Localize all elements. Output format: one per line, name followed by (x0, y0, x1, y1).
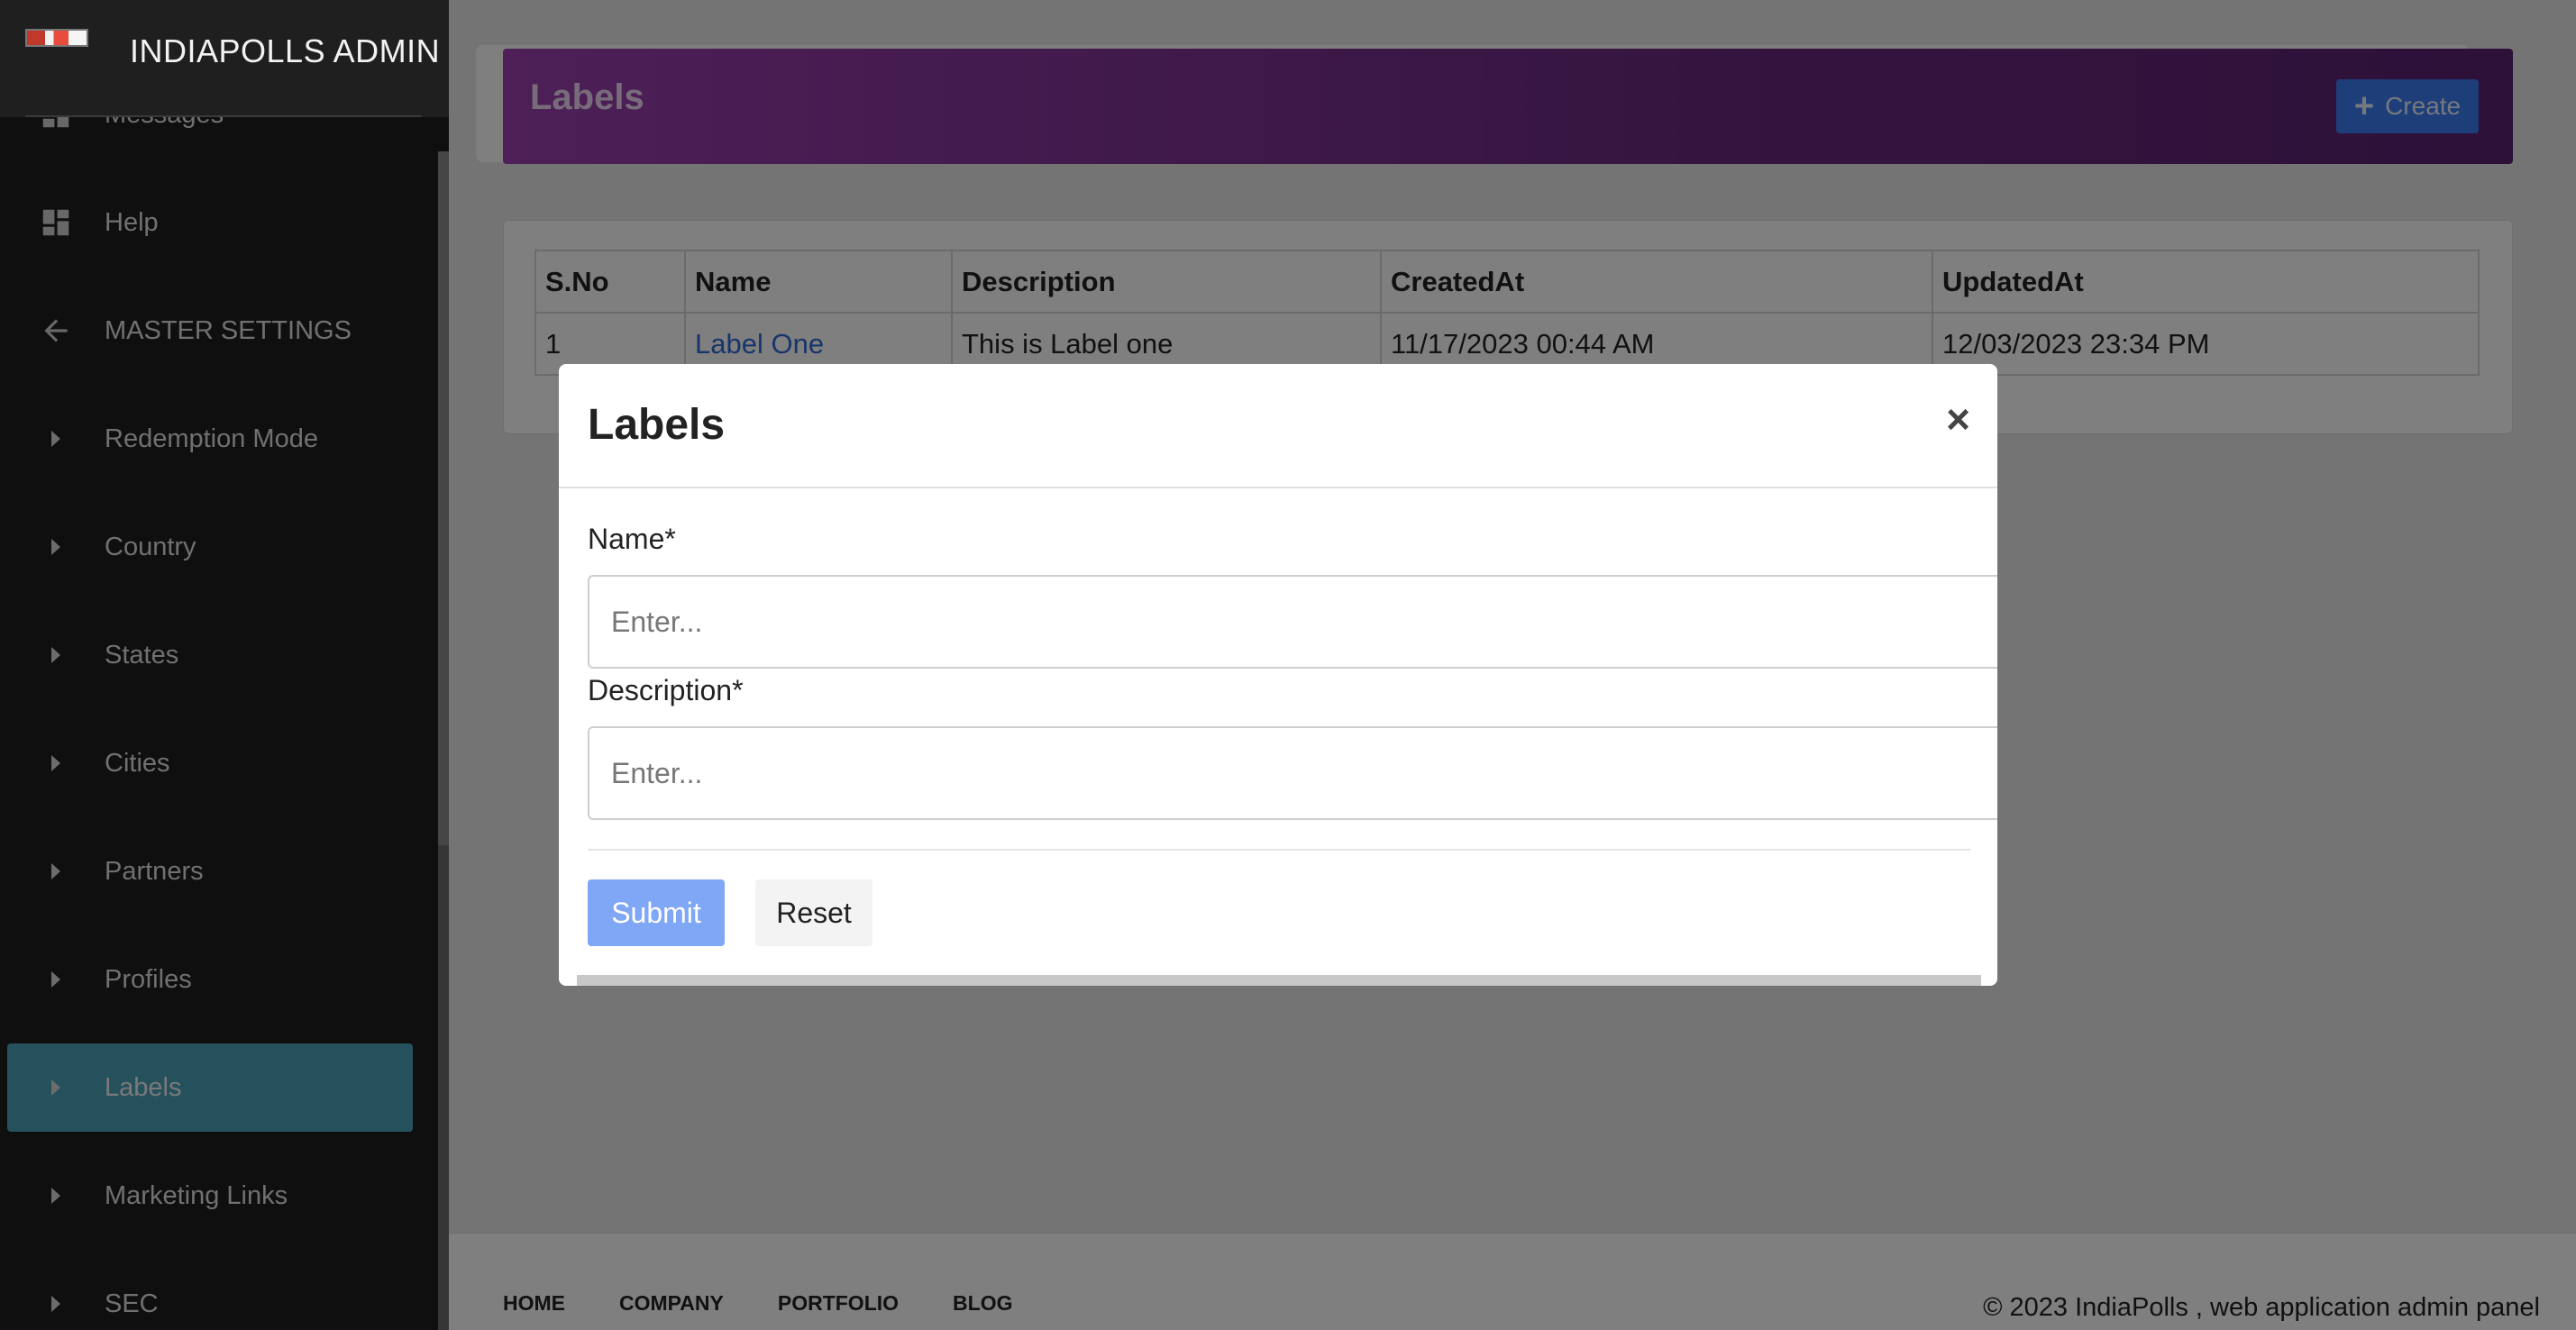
name-input[interactable] (588, 575, 1997, 669)
labels-modal: Labels × Name* Description* Submit Reset (559, 364, 1997, 986)
name-field-label: Name* (588, 523, 676, 555)
brand-title: INDIAPOLLS ADMIN (130, 32, 441, 69)
modal-backdrop[interactable]: Labels × Name* Description* Submit Reset (0, 0, 2576, 1330)
brand-logo[interactable] (25, 29, 88, 47)
modal-header-divider (559, 487, 1997, 488)
modal-horizontal-scrollbar[interactable] (577, 975, 1981, 986)
close-icon[interactable]: × (1946, 395, 1970, 443)
brand-header: INDIAPOLLS ADMIN (0, 0, 449, 117)
brand-divider (25, 115, 422, 117)
description-field-label: Description* (588, 674, 744, 706)
modal-title: Labels (588, 401, 726, 449)
submit-button[interactable]: Submit (588, 879, 725, 946)
description-input[interactable] (588, 726, 1997, 820)
reset-button[interactable]: Reset (755, 879, 872, 946)
form-divider (588, 849, 1970, 851)
